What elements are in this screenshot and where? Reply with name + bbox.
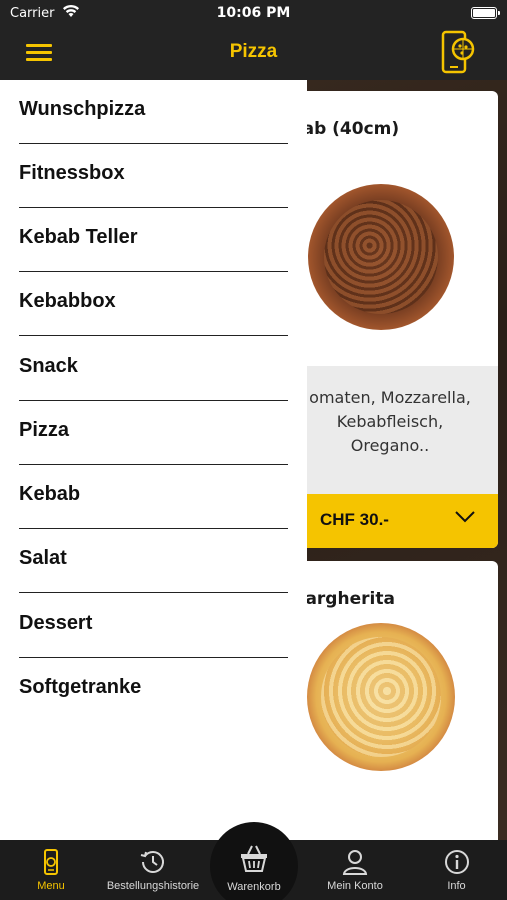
drawer-item-wunschpizza[interactable]: Wunschpizza xyxy=(19,80,288,144)
drawer-item-pizza[interactable]: Pizza xyxy=(19,401,288,465)
tab-label: Warenkorb xyxy=(227,881,281,893)
tab-label: Mein Konto xyxy=(327,880,383,892)
price-label: CHF 30.- xyxy=(320,510,389,529)
drawer-item-label: Kebabbox xyxy=(19,290,116,312)
clock: 10:06 PM xyxy=(216,5,291,21)
battery-icon xyxy=(471,7,500,19)
tab-mein-konto[interactable]: Mein Konto xyxy=(304,840,406,900)
tab-label: Menu xyxy=(37,880,65,892)
info-icon xyxy=(444,850,469,874)
tab-info[interactable]: Info xyxy=(406,840,507,900)
drawer-item-label: Wunschpizza xyxy=(19,98,146,120)
drawer-item-kebab-teller[interactable]: Kebab Teller xyxy=(19,208,288,272)
chevron-down-icon xyxy=(455,511,475,523)
tab-warenkorb[interactable]: Warenkorb xyxy=(210,822,298,900)
tab-label: Bestellungshistorie xyxy=(106,880,200,892)
drawer-item-fitnessbox[interactable]: Fitnessbox xyxy=(19,144,288,208)
drawer-item-label: Salat xyxy=(19,547,67,569)
drawer-item-label: Softgetranke xyxy=(19,676,142,698)
tab-bestellungshistorie[interactable]: Bestellungshistorie xyxy=(102,840,204,900)
tab-label: Info xyxy=(447,880,466,892)
drawer-item-label: Dessert xyxy=(19,612,93,634)
basket-icon xyxy=(241,845,267,872)
drawer-item-label: Kebab xyxy=(19,483,81,505)
drawer-item-label: Kebab Teller xyxy=(19,226,138,248)
user-icon xyxy=(342,850,368,875)
drawer-item-softgetranke[interactable]: Softgetranke xyxy=(19,658,288,722)
pizza-image xyxy=(307,623,455,771)
pizza-image xyxy=(308,184,454,330)
menu-phone-icon xyxy=(44,849,58,875)
drawer-item-kebab[interactable]: Kebab xyxy=(19,465,288,529)
drawer-item-salat[interactable]: Salat xyxy=(19,529,288,593)
drawer-item-snack[interactable]: Snack xyxy=(19,337,288,401)
drawer-item-label: Snack xyxy=(19,355,78,377)
drawer-item-label: Fitnessbox xyxy=(19,162,125,184)
drawer-item-label: Pizza xyxy=(19,419,70,441)
phone-pizza-icon[interactable] xyxy=(441,30,475,74)
side-drawer: Wunschpizza Fitnessbox Kebab Teller Keba… xyxy=(0,80,307,840)
nav-bar: Pizza xyxy=(0,28,507,80)
page-title: Pizza xyxy=(229,41,278,62)
drawer-item-dessert[interactable]: Dessert xyxy=(19,594,288,658)
drawer-item-kebabbox[interactable]: Kebabbox xyxy=(19,272,288,336)
status-bar: Carrier 10:06 PM xyxy=(0,0,507,28)
tab-menu[interactable]: Menu xyxy=(0,840,102,900)
history-icon xyxy=(140,851,164,873)
